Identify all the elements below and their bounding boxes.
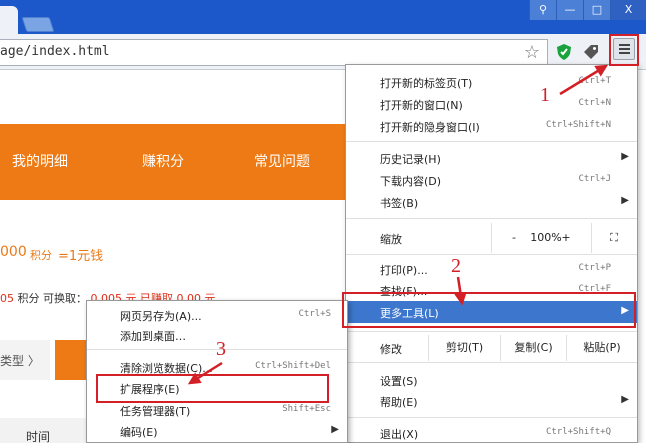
menu-separator [346,254,637,255]
close-button[interactable]: X [610,0,646,20]
type-filter-tab[interactable]: 类型 〉 [0,340,50,380]
highlight-box-menu-button [609,34,639,66]
submenu-item-label: 网页另存为(A)... [120,310,202,323]
zoom-in-button[interactable]: + [552,223,580,253]
highlight-box-extensions [96,374,329,403]
menu-downloads[interactable]: 下载内容(D) Ctrl+J [346,169,637,191]
menu-exit[interactable]: 退出(X) Ctrl+Shift+Q [346,422,637,443]
nav-faq[interactable]: 常见问题 [254,151,310,171]
submenu-arrow-icon: ▶ [621,394,629,405]
orange-nav-bar: 我的明细 赚积分 常见问题 [0,124,350,200]
menu-print[interactable]: 打印(P)... Ctrl+P [346,258,637,280]
highlight-box-more-tools [342,292,636,328]
rate-equals: =1元钱 [58,249,104,264]
menu-item-label: 设置(S) [380,375,418,388]
nav-my-details[interactable]: 我的明细 [12,151,68,171]
menu-item-label: 下载内容(D) [380,175,442,188]
time-column-header: 时间 [0,418,90,443]
menu-separator [346,141,637,142]
step-label-1: 1 [540,84,550,106]
copy-button[interactable]: 复制(C) [500,335,566,361]
menu-item-shortcut: Ctrl+Shift+N [545,120,611,130]
menu-history[interactable]: 历史记录(H) ▶ [346,147,637,169]
submenu-task-manager[interactable]: 任务管理器(T) Shift+Esc [87,400,347,420]
menu-new-tab[interactable]: 打开新的标签页(T) Ctrl+T [346,71,637,93]
zoom-label: 缩放 [380,233,402,246]
browser-tab[interactable] [0,6,18,34]
menu-item-label: 书签(B) [380,197,419,210]
new-tab-button[interactable] [21,17,55,32]
menu-new-window[interactable]: 打开新的窗口(N) Ctrl+N [346,93,637,115]
step-label-2: 2 [451,255,461,277]
submenu-arrow-icon: ▶ [621,151,629,162]
menu-bookmarks[interactable]: 书签(B) ▶ [346,191,637,213]
submenu-item-shortcut: Ctrl+Shift+Del [255,361,331,371]
submenu-arrow-icon: ▶ [621,195,629,206]
edit-label: 修改 [380,343,402,356]
time-header-label: 时间 [26,430,51,443]
menu-item-shortcut: Ctrl+T [578,76,611,86]
menu-separator [346,218,637,219]
address-bar[interactable]: age/index.html ☆ [0,39,548,66]
menu-item-label: 打印(P)... [380,264,428,277]
menu-separator [346,331,637,332]
points-value: 05 [0,292,14,305]
submenu-item-shortcut: Ctrl+S [298,309,331,319]
more-tools-submenu: 网页另存为(A)... Ctrl+S 添加到桌面… 清除浏览数据(C)... C… [86,300,348,443]
type-filter-label: 类型 〉 [0,354,40,368]
bookmark-star-icon[interactable]: ☆ [522,42,542,64]
url-text: age/index.html [0,44,110,59]
menu-separator [346,417,637,418]
shield-extension-icon[interactable] [555,43,573,61]
menu-item-label: 退出(X) [380,428,419,441]
menu-separator [346,362,637,363]
window-controls: ⚲ — □ X [529,0,646,20]
submenu-item-shortcut: Shift+Esc [282,404,331,414]
menu-item-label: 打开新的标签页(T) [380,77,473,90]
step-label-3: 3 [216,338,226,360]
menu-item-label: 帮助(E) [380,396,418,409]
rate-number: 000 [0,244,27,260]
chrome-main-menu: 打开新的标签页(T) Ctrl+T 打开新的窗口(N) Ctrl+N 打开新的隐… [345,64,638,443]
fullscreen-icon[interactable]: ⛶ [591,223,636,253]
menu-help[interactable]: 帮助(E) ▶ [346,390,637,412]
exchange-label: 可换取： [43,292,87,305]
maximize-button[interactable]: □ [583,0,610,20]
submenu-save-page-as[interactable]: 网页另存为(A)... Ctrl+S [87,305,347,325]
nav-earn-points[interactable]: 赚积分 [142,151,184,171]
menu-item-shortcut: Ctrl+Shift+Q [545,427,611,437]
cut-button[interactable]: 剪切(T) [428,335,500,361]
menu-item-shortcut: Ctrl+N [578,98,611,108]
menu-item-shortcut: Ctrl+P [578,263,611,273]
submenu-item-label: 添加到桌面… [120,330,186,343]
paste-button[interactable]: 粘贴(P) [566,335,637,361]
menu-item-label: 打开新的窗口(N) [380,99,463,112]
user-icon[interactable]: ⚲ [529,0,556,20]
submenu-encoding[interactable]: 编码(E) ▶ [87,421,347,441]
menu-item-label: 打开新的隐身窗口(I) [380,121,480,134]
menu-item-shortcut: Ctrl+J [578,174,611,184]
submenu-item-label: 任务管理器(T) [120,405,191,418]
tag-extension-icon[interactable] [582,43,600,61]
title-bar: ⚲ — □ X [0,0,646,34]
menu-item-label: 历史记录(H) [380,153,441,166]
submenu-item-label: 编码(E) [120,426,158,439]
submenu-arrow-icon: ▶ [331,424,339,435]
minimize-button[interactable]: — [556,0,583,20]
menu-new-incognito-window[interactable]: 打开新的隐身窗口(I) Ctrl+Shift+N [346,115,637,137]
menu-settings[interactable]: 设置(S) [346,369,637,391]
points-label: 积分 [17,292,40,305]
rate-unit: 积分 [30,249,52,262]
